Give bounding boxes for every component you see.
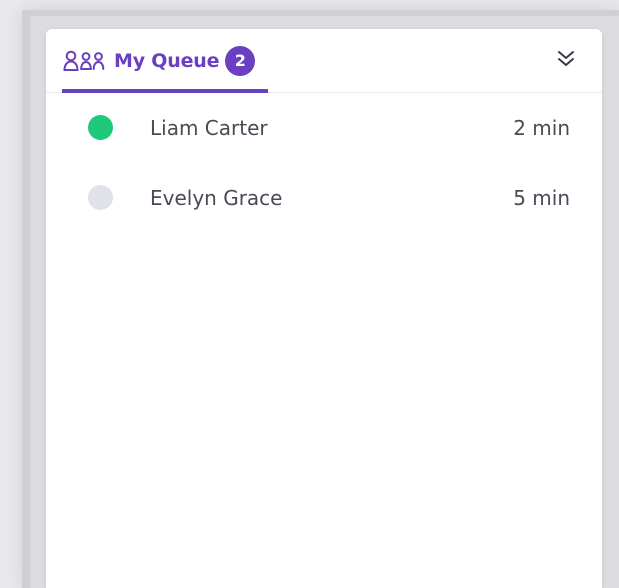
queue-wait-time: 2 min [513,116,570,140]
collapse-button[interactable] [552,46,580,74]
queue-panel-header: My Queue 2 [46,29,602,93]
status-online-dot [88,115,113,140]
queue-panel: My Queue 2 Liam Carter 2 min Evelyn Grac… [46,29,602,588]
queue-row[interactable]: Evelyn Grace 5 min [46,163,602,233]
queue-count-badge: 2 [225,45,256,76]
status-offline-dot [88,185,113,210]
queue-contact-name: Evelyn Grace [150,186,283,210]
queue-contact-name: Liam Carter [150,116,268,140]
queue-row[interactable]: Liam Carter 2 min [46,93,602,163]
people-group-icon [62,49,106,73]
queue-wait-time: 5 min [513,186,570,210]
double-chevron-down-icon [557,48,575,72]
tab-my-queue-label: My Queue [114,49,220,72]
tab-my-queue[interactable]: My Queue 2 [62,29,268,93]
queue-list: Liam Carter 2 min Evelyn Grace 5 min [46,93,602,233]
